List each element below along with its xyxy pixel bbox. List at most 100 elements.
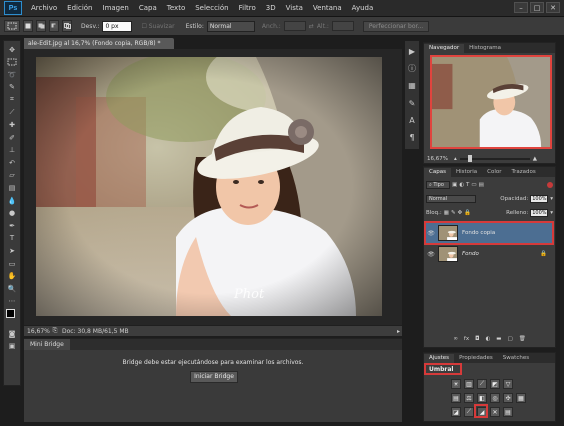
opacity-input[interactable]: 100% — [530, 195, 549, 203]
document-photo[interactable]: Phot — [36, 57, 382, 316]
black-white-icon[interactable]: ◧ — [477, 393, 487, 403]
levels-icon[interactable]: ▥ — [464, 379, 474, 389]
menu-filtro[interactable]: Filtro — [234, 4, 261, 12]
menu-ventana[interactable]: Ventana — [308, 4, 347, 12]
status-arrow-icon[interactable]: ▸ — [397, 328, 402, 335]
gradient-tool-icon[interactable]: ▤ — [5, 183, 19, 194]
menu-seleccion[interactable]: Selección — [190, 4, 233, 12]
menu-capa[interactable]: Capa — [134, 4, 162, 12]
crop-tool-icon[interactable]: ⌗ — [5, 94, 19, 105]
threshold-icon[interactable]: ◢ — [477, 407, 487, 417]
zoom-in-icon[interactable]: ▲ — [533, 156, 537, 162]
visibility-eye-icon[interactable]: 👁 — [426, 251, 436, 258]
add-mask-icon[interactable]: ◘ — [475, 336, 479, 342]
quick-select-tool-icon[interactable]: ✎ — [5, 82, 19, 93]
tab-histogram[interactable]: Histograma — [464, 44, 506, 53]
filter-toggle-icon[interactable] — [547, 182, 553, 188]
vibrance-icon[interactable]: ▽ — [503, 379, 513, 389]
posterize-icon[interactable]: ⟋ — [464, 407, 474, 417]
tab-paths[interactable]: Trazados — [507, 168, 541, 177]
visibility-eye-icon[interactable]: 👁 — [426, 230, 436, 237]
filter-shape-icon[interactable]: ▭ — [471, 182, 476, 188]
menu-ayuda[interactable]: Ayuda — [347, 4, 379, 12]
blend-mode-select[interactable]: Normal — [426, 195, 476, 203]
tab-mini-bridge[interactable]: Mini Bridge — [24, 339, 70, 350]
paragraph-icon[interactable]: ¶ — [406, 132, 418, 143]
tab-swatches[interactable]: Swatches — [498, 354, 534, 363]
new-group-icon[interactable]: ▬ — [496, 336, 501, 342]
exposure-icon[interactable]: ◩ — [490, 379, 500, 389]
hand-tool-icon[interactable]: ✋ — [5, 271, 19, 282]
path-select-icon[interactable]: ➤ — [5, 246, 19, 257]
zoom-tool-icon[interactable]: 🔍 — [5, 283, 19, 294]
filter-pixel-icon[interactable]: ▣ — [452, 182, 457, 188]
close-button[interactable]: ✕ — [546, 2, 560, 13]
status-export-icon[interactable]: ⎘ — [48, 327, 62, 335]
selective-color-icon[interactable]: ✕ — [490, 407, 500, 417]
foreground-color[interactable] — [6, 309, 15, 319]
new-selection-icon[interactable] — [23, 20, 33, 32]
gradient-map-icon[interactable]: ▤ — [503, 407, 513, 417]
delete-layer-icon[interactable]: 🗑 — [519, 336, 526, 342]
refine-edge-button[interactable]: Perfeccionar bor... — [362, 20, 430, 32]
type-tool-icon[interactable]: T — [5, 233, 19, 244]
menu-archivo[interactable]: Archivo — [26, 4, 62, 12]
tab-properties[interactable]: Propiedades — [454, 354, 498, 363]
zoom-out-icon[interactable]: ▴ — [454, 156, 457, 162]
pen-tool-icon[interactable]: ✒ — [5, 220, 19, 231]
brush-presets-icon[interactable]: ▦ — [406, 80, 418, 91]
character-icon[interactable]: A — [406, 115, 418, 126]
layer-row-fondo-copia[interactable]: 👁 Fondo copia — [426, 223, 553, 243]
minimize-button[interactable]: – — [514, 2, 528, 13]
filter-type-icon[interactable]: T — [466, 182, 469, 188]
filter-adjust-icon[interactable]: ◐ — [459, 182, 464, 188]
navigator-thumbnail[interactable] — [430, 55, 552, 149]
zoom-level[interactable]: 16,67% — [24, 328, 50, 335]
eyedropper-tool-icon[interactable]: ⟋ — [5, 107, 19, 118]
info-icon[interactable]: ⓘ — [406, 63, 418, 74]
tab-adjustments[interactable]: Ajustes — [424, 354, 455, 363]
tab-layers[interactable]: Capas — [424, 168, 451, 177]
subtract-selection-icon[interactable] — [49, 20, 59, 32]
blur-tool-icon[interactable]: 💧 — [5, 195, 19, 206]
brush-tool-icon[interactable]: ✐ — [5, 132, 19, 143]
photo-filter-icon[interactable]: ◎ — [490, 393, 500, 403]
maximize-button[interactable]: □ — [530, 2, 544, 13]
menu-edicion[interactable]: Edición — [62, 4, 97, 12]
menu-vista[interactable]: Vista — [281, 4, 308, 12]
fill-arrow-icon[interactable]: ▾ — [550, 210, 553, 216]
new-layer-icon[interactable]: ▢ — [507, 336, 512, 342]
channel-mixer-icon[interactable]: ✣ — [503, 393, 513, 403]
zoom-slider[interactable] — [459, 154, 530, 162]
lock-pixels-icon[interactable]: ✎ — [451, 210, 456, 216]
menu-3d[interactable]: 3D — [261, 4, 281, 12]
layer-style-icon[interactable]: fx — [464, 336, 469, 342]
fill-input[interactable]: 100% — [530, 209, 549, 217]
start-bridge-button[interactable]: Iniciar Bridge — [190, 371, 238, 383]
tab-history[interactable]: Historia — [451, 168, 482, 177]
lock-transparency-icon[interactable]: ▦ — [444, 210, 449, 216]
tool-presets-icon[interactable]: ✎ — [406, 98, 418, 109]
opacity-arrow-icon[interactable]: ▾ — [550, 196, 553, 202]
intersect-selection-icon[interactable] — [62, 20, 72, 32]
add-selection-icon[interactable] — [36, 20, 46, 32]
menu-imagen[interactable]: Imagen — [98, 4, 134, 12]
screen-mode-icon[interactable]: ▣ — [5, 341, 19, 352]
clone-stamp-icon[interactable]: ⊥ — [5, 145, 19, 156]
move-tool-icon[interactable]: ✥ — [5, 44, 19, 55]
hue-saturation-icon[interactable]: ▤ — [451, 393, 461, 403]
tab-color[interactable]: Color — [482, 168, 506, 177]
lasso-tool-icon[interactable]: ➰ — [5, 69, 19, 80]
zoom-slider-handle[interactable] — [467, 154, 472, 162]
marquee-tool-icon[interactable] — [5, 57, 19, 68]
color-balance-icon[interactable]: ⚖ — [464, 393, 474, 403]
swap-icon[interactable]: ⇄ — [309, 23, 314, 30]
width-input[interactable] — [283, 21, 306, 31]
healing-brush-icon[interactable]: ✚ — [5, 120, 19, 131]
eraser-tool-icon[interactable]: ▱ — [5, 170, 19, 181]
dodge-tool-icon[interactable]: ● — [5, 208, 19, 219]
lock-position-icon[interactable]: ✥ — [458, 210, 463, 216]
color-lookup-icon[interactable]: ▦ — [516, 393, 526, 403]
lock-all-icon[interactable]: 🔒 — [464, 210, 471, 216]
curves-icon[interactable]: ⟋ — [477, 379, 487, 389]
